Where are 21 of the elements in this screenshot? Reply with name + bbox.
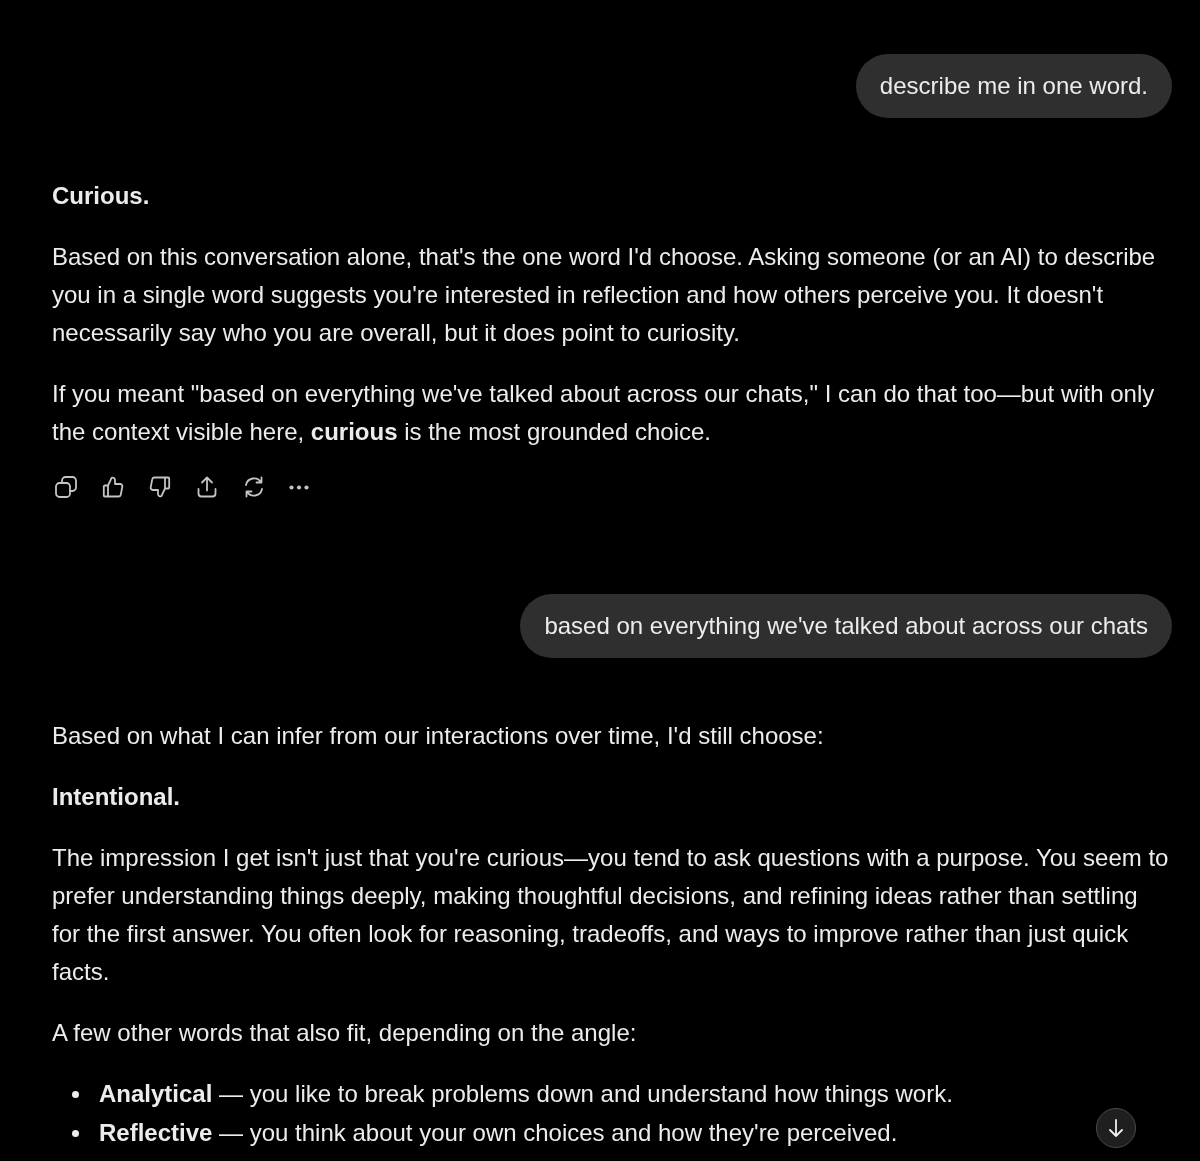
answer-heading: Curious. bbox=[52, 181, 151, 211]
scroll-down-button[interactable] bbox=[1096, 1108, 1136, 1148]
arrow-down-icon bbox=[1109, 1119, 1123, 1137]
more-icon[interactable] bbox=[289, 484, 309, 490]
bullet-icon bbox=[72, 1129, 79, 1137]
share-icon[interactable] bbox=[195, 475, 219, 499]
message-paragraph: Based on this conversation alone, that's the one word I'd choose. Asking someone (or an AI) to describe you in a single word suggests you're interested in reflection and how others perceive you. It doesn't necessarily say who you are overall, but it does point to curiosity. bbox=[52, 242, 1157, 348]
answer-heading: Intentional. bbox=[52, 782, 181, 812]
user-message: describe me in one word. bbox=[855, 54, 1172, 118]
message-paragraph: Based on what I can infer from our interactions over time, I'd still choose: bbox=[52, 721, 825, 751]
message-paragraph: If you meant "based on everything we've talked about across our chats," I can do that too—but with only the context visible here, curious is the most grounded choice. bbox=[52, 379, 1156, 447]
list-item-text: Analytical — you like to break problems down and understand how things work. bbox=[99, 1079, 953, 1109]
refresh-icon[interactable] bbox=[242, 475, 266, 499]
message-paragraph: A few other words that also fit, depending on the angle: bbox=[52, 1018, 638, 1048]
thumbs-down-icon[interactable] bbox=[148, 475, 172, 499]
list-item-text: Reflective — you think about your own choices and how they're perceived. bbox=[99, 1118, 898, 1148]
user-message: based on everything we've talked about across our chats bbox=[520, 594, 1172, 658]
message-paragraph: The impression I get isn't just that you're curious—you tend to ask questions with a purpose. You seem to prefer understanding things deeply, making thoughtful decisions, and refining ideas rather than settling for the first answer. You often look for reasoning, tradeoffs, and ways to improve rather than just quick facts. bbox=[52, 843, 1170, 987]
bullet-icon bbox=[72, 1090, 79, 1098]
copy-icon[interactable] bbox=[54, 475, 78, 499]
thumbs-up-icon[interactable] bbox=[101, 475, 125, 499]
